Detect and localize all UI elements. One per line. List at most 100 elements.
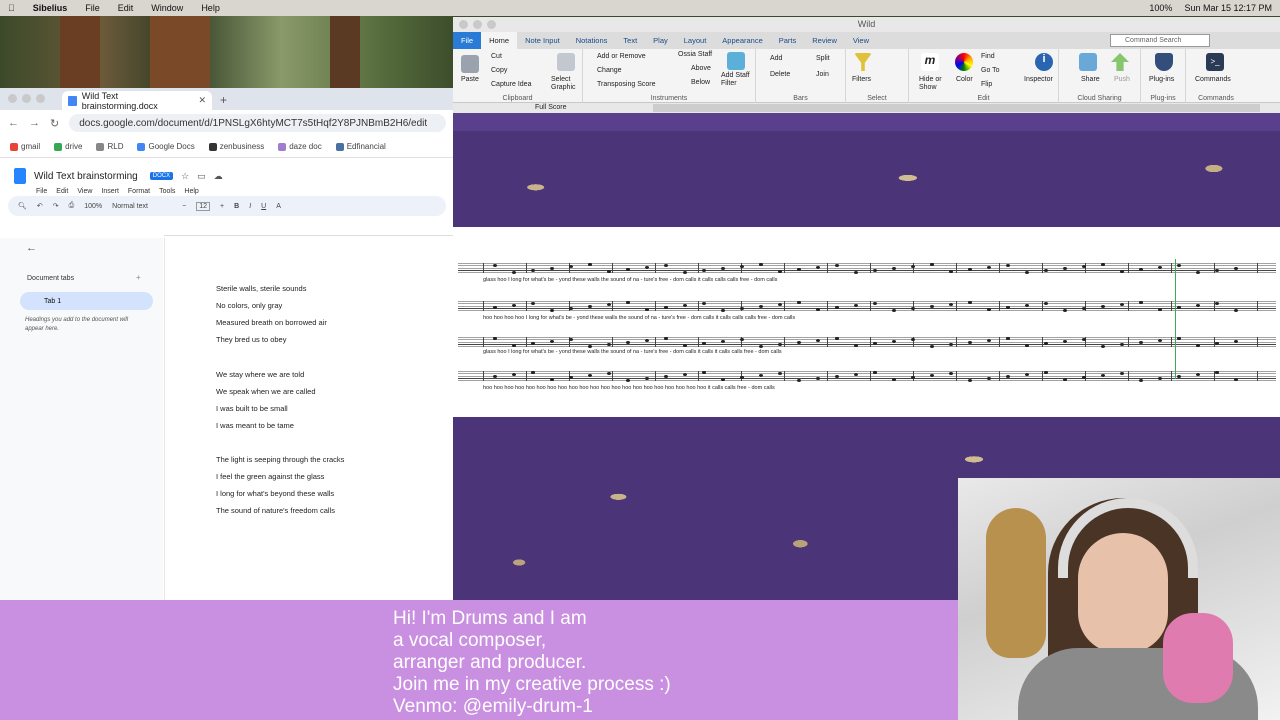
note-head[interactable]: [1139, 379, 1143, 382]
note-head[interactable]: [588, 305, 592, 308]
note-head[interactable]: [873, 342, 877, 345]
note-head[interactable]: [1234, 267, 1238, 270]
text-color-icon[interactable]: A: [276, 203, 281, 210]
note-head[interactable]: [1063, 267, 1067, 270]
note-head[interactable]: [1215, 269, 1219, 272]
docs-menu-format[interactable]: Format: [128, 188, 150, 195]
note-head[interactable]: [873, 302, 877, 305]
zoom-select[interactable]: 100%: [84, 203, 102, 210]
print-icon[interactable]: ⎙: [69, 202, 75, 210]
note-head[interactable]: [930, 374, 934, 377]
note-head[interactable]: [588, 345, 592, 348]
note-head[interactable]: [816, 377, 820, 380]
note-head[interactable]: [1025, 373, 1029, 376]
font-size-field[interactable]: 12: [196, 201, 211, 211]
note-head[interactable]: [816, 308, 820, 311]
score-horizontal-scrollbar[interactable]: [653, 104, 1260, 112]
note-head[interactable]: [607, 372, 611, 375]
menu-edit[interactable]: Edit: [118, 3, 134, 13]
note-head[interactable]: [1196, 344, 1200, 347]
capture-idea-button[interactable]: Capture Idea: [491, 81, 531, 88]
hide-show-button[interactable]: Hide or Show: [919, 76, 949, 92]
note-head[interactable]: [721, 309, 725, 312]
ossia-below-button[interactable]: Below: [691, 79, 710, 86]
font-size-decrease-icon[interactable]: −: [182, 203, 186, 210]
note-head[interactable]: [531, 371, 535, 374]
note-head[interactable]: [1158, 308, 1162, 311]
copy-button[interactable]: Copy: [491, 67, 507, 74]
note-head[interactable]: [1082, 338, 1086, 341]
close-window-button[interactable]: [459, 20, 468, 29]
clock[interactable]: Sun Mar 15 12:17 PM: [1184, 3, 1272, 13]
note-head[interactable]: [1044, 371, 1048, 374]
note-head[interactable]: [759, 345, 763, 348]
staff-bass[interactable]: [458, 371, 1276, 381]
note-head[interactable]: [797, 379, 801, 382]
note-head[interactable]: [1082, 376, 1086, 379]
ribbon-tab-appearance[interactable]: Appearance: [714, 32, 770, 49]
ribbon-tab-home[interactable]: Home: [481, 32, 518, 49]
note-head[interactable]: [1177, 264, 1181, 267]
note-head[interactable]: [1101, 305, 1105, 308]
note-head[interactable]: [1177, 375, 1181, 378]
note-head[interactable]: [664, 375, 668, 378]
close-window-button[interactable]: [8, 94, 17, 103]
note-head[interactable]: [626, 341, 630, 344]
ribbon-tab-note-input[interactable]: Note Input: [517, 32, 568, 49]
note-head[interactable]: [1101, 263, 1105, 266]
back-icon[interactable]: ←: [8, 117, 19, 129]
bold-icon[interactable]: B: [234, 203, 239, 210]
note-head[interactable]: [873, 371, 877, 374]
note-head[interactable]: [835, 306, 839, 309]
note-head[interactable]: [531, 342, 535, 345]
note-head[interactable]: [1120, 270, 1124, 273]
note-head[interactable]: [968, 301, 972, 304]
note-head[interactable]: [949, 270, 953, 273]
go-to-button[interactable]: Go To: [981, 67, 1000, 74]
push-button[interactable]: Push: [1114, 76, 1130, 83]
note-head[interactable]: [740, 338, 744, 341]
note-head[interactable]: [854, 373, 858, 376]
reload-icon[interactable]: ↻: [50, 117, 59, 130]
note-head[interactable]: [759, 374, 763, 377]
note-head[interactable]: [550, 378, 554, 381]
menubar-app-name[interactable]: Sibelius: [33, 3, 68, 13]
staff-tenor[interactable]: [458, 337, 1276, 347]
style-select[interactable]: Normal text: [112, 203, 172, 210]
note-head[interactable]: [721, 267, 725, 270]
note-head[interactable]: [607, 270, 611, 273]
note-head[interactable]: [892, 267, 896, 270]
note-head[interactable]: [1044, 269, 1048, 272]
note-head[interactable]: [683, 304, 687, 307]
note-head[interactable]: [588, 263, 592, 266]
note-head[interactable]: [1234, 378, 1238, 381]
note-head[interactable]: [1101, 345, 1105, 348]
note-head[interactable]: [1158, 339, 1162, 342]
bookmark-daze-doc[interactable]: daze doc: [278, 142, 322, 151]
full-score-tab[interactable]: Full Score: [535, 103, 567, 113]
note-head[interactable]: [987, 339, 991, 342]
note-head[interactable]: [854, 271, 858, 274]
note-head[interactable]: [664, 306, 668, 309]
note-head[interactable]: [987, 377, 991, 380]
bookmark-edfinancial[interactable]: Edfinancial: [335, 142, 386, 151]
docs-menu-tools[interactable]: Tools: [159, 188, 175, 195]
bookmark-zenbusiness[interactable]: zenbusiness: [208, 142, 264, 151]
note-head[interactable]: [968, 341, 972, 344]
note-head[interactable]: [702, 342, 706, 345]
add-staff-filter-button[interactable]: Add Staff Filter: [721, 72, 755, 88]
bookmark-gmail[interactable]: gmail: [10, 142, 40, 151]
document-tab-1[interactable]: Tab 1: [20, 292, 153, 310]
note-head[interactable]: [1082, 307, 1086, 310]
note-head[interactable]: [892, 309, 896, 312]
note-head[interactable]: [1063, 378, 1067, 381]
new-tab-icon[interactable]: +: [220, 93, 227, 107]
note-head[interactable]: [797, 341, 801, 344]
flip-button[interactable]: Flip: [981, 81, 992, 88]
note-head[interactable]: [1234, 309, 1238, 312]
note-head[interactable]: [645, 308, 649, 311]
delete-bar-button[interactable]: Delete: [770, 71, 790, 78]
note-head[interactable]: [1120, 303, 1124, 306]
minimize-window-button[interactable]: [473, 20, 482, 29]
note-head[interactable]: [1063, 309, 1067, 312]
